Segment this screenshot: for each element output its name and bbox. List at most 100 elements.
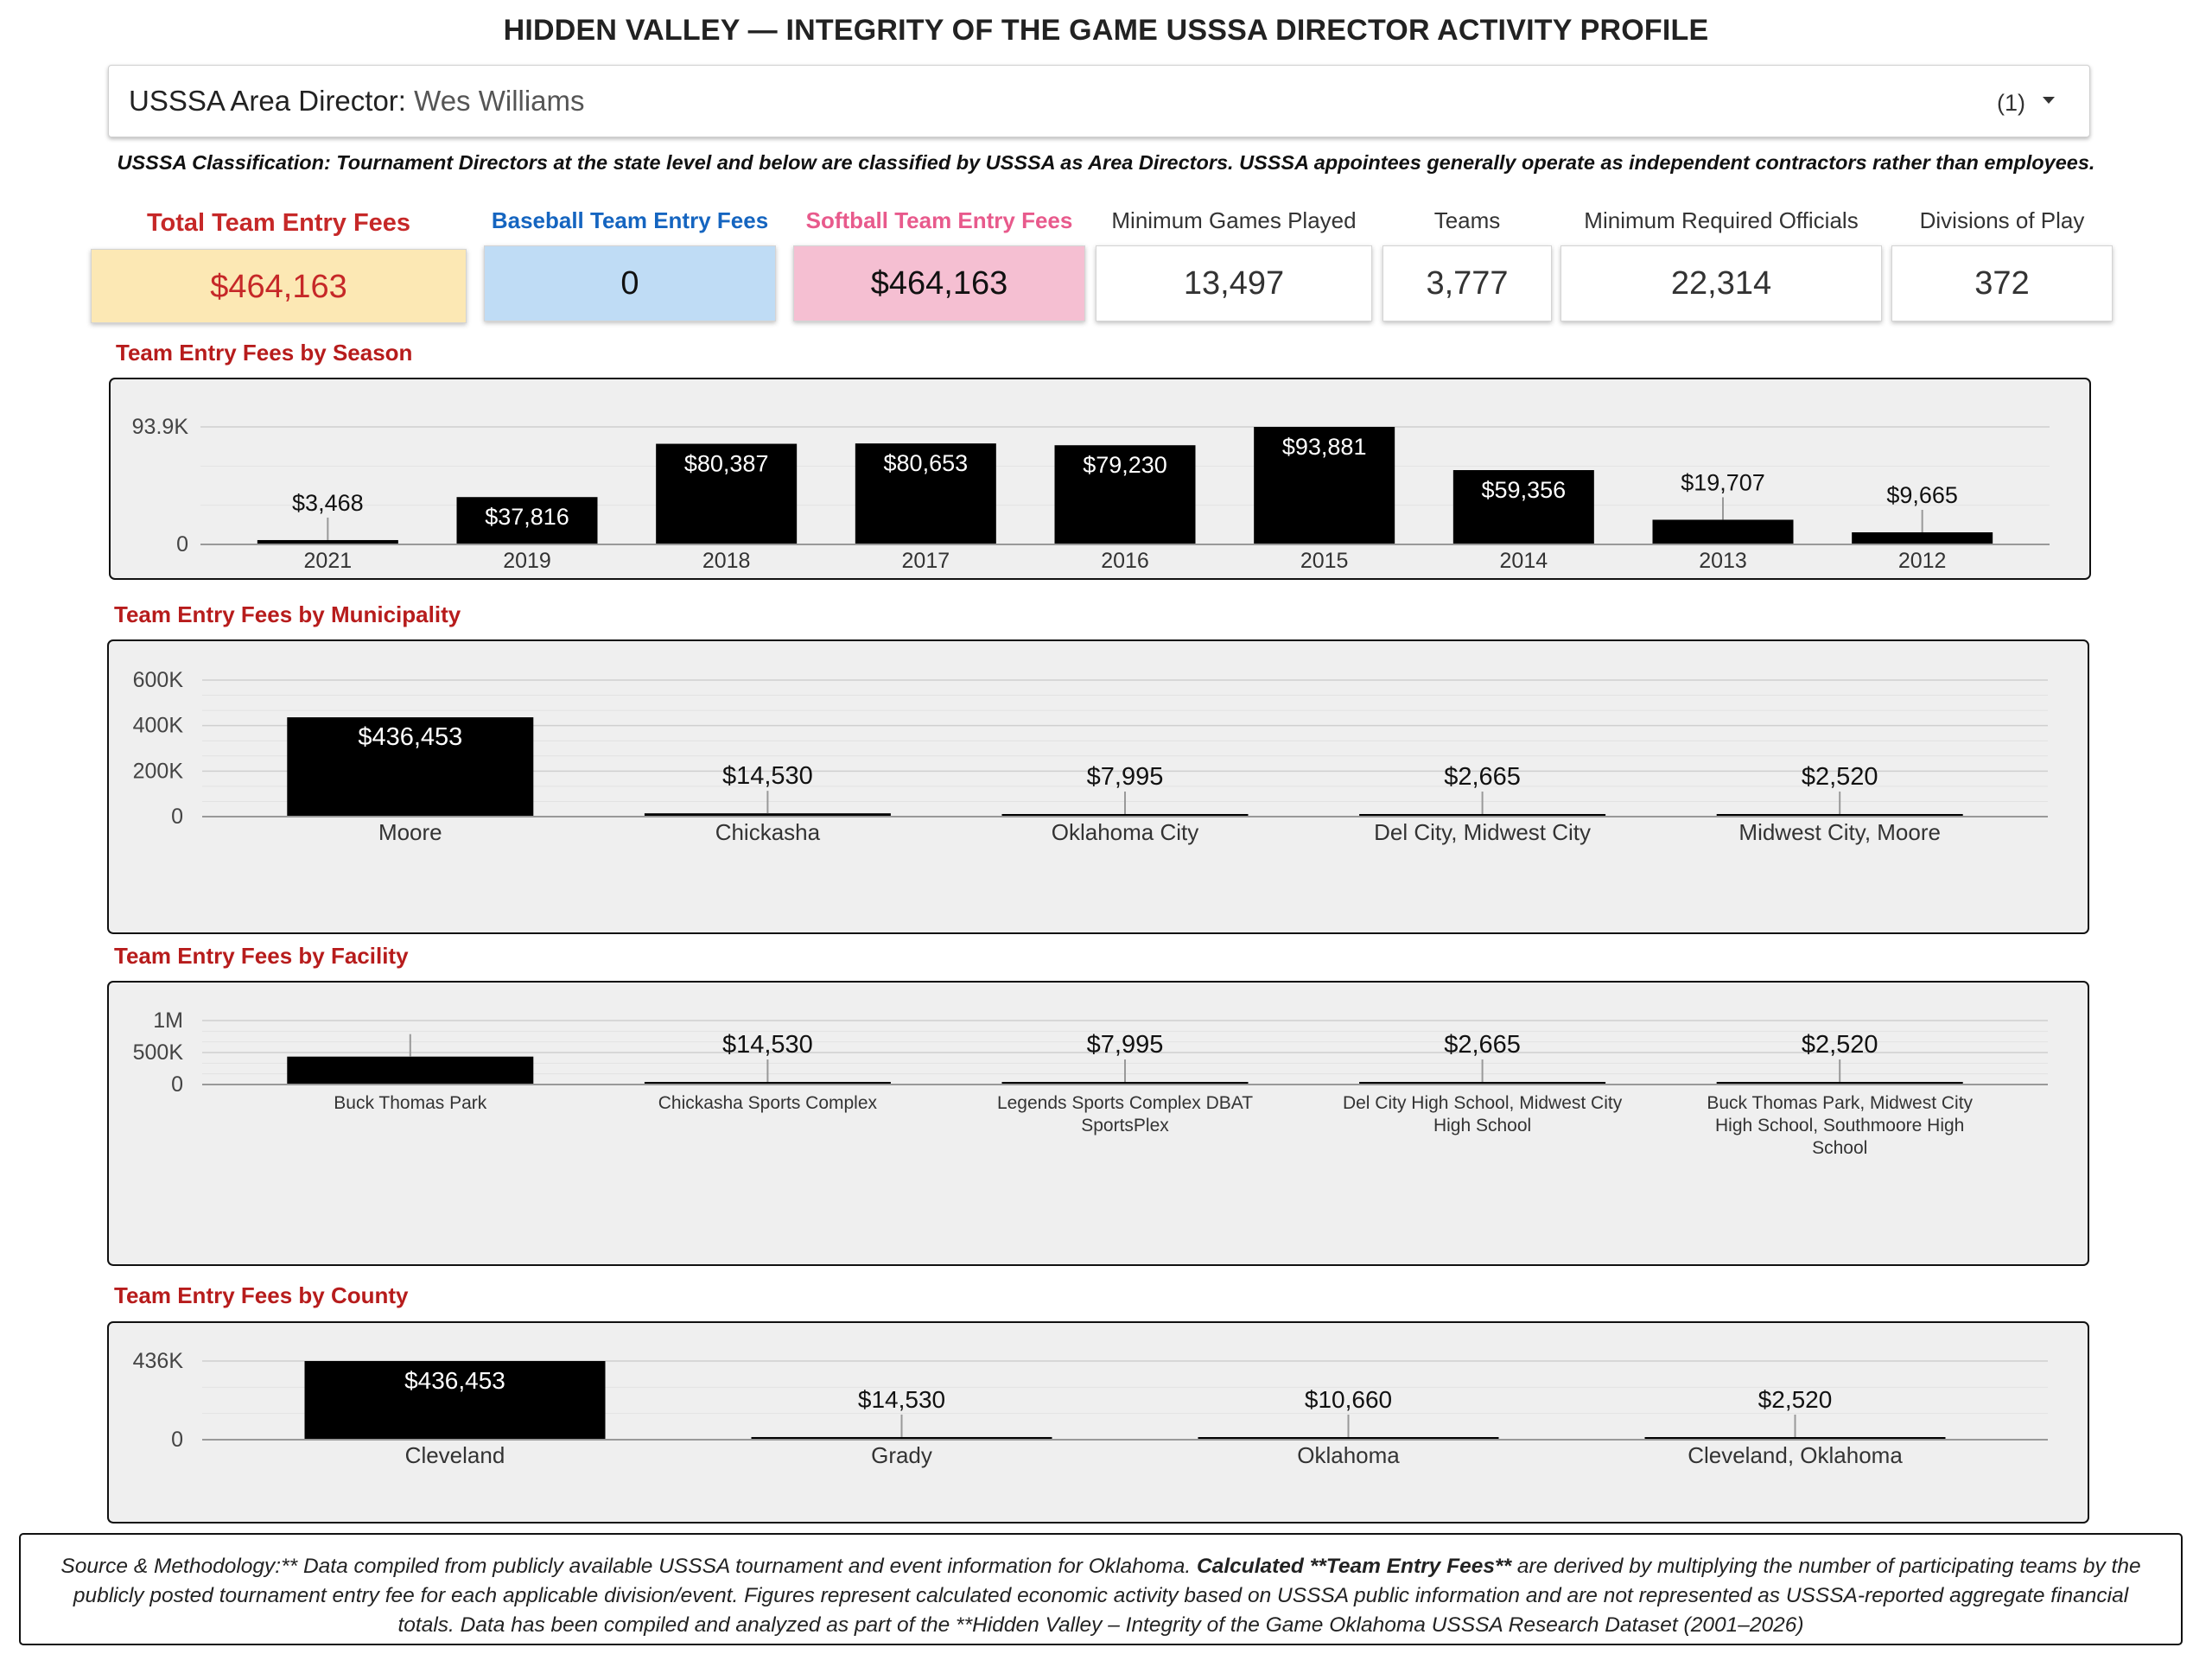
kpi-value-officials: 22,314: [1560, 245, 1882, 321]
chart-panel-municipality: 0 200K 400K 600K $436,453 Moore $14,530 Chickas…: [107, 639, 2089, 934]
data-label: $14,530: [858, 1386, 945, 1413]
kpi-label-officials: Minimum Required Officials: [1584, 207, 1859, 233]
kpi-value-games-played: 13,497: [1096, 245, 1372, 321]
kpi-value-baseball-fees: 0: [484, 245, 776, 321]
kpi-value-divisions: 372: [1891, 245, 2113, 321]
page-title: HIDDEN VALLEY — INTEGRITY OF THE GAME US…: [503, 14, 1709, 47]
data-label: $436,453: [404, 1367, 505, 1394]
category-label: High School: [1433, 1116, 1531, 1135]
kpi-label-softball-fees: Softball Team Entry Fees: [805, 207, 1073, 233]
data-label: $37,816: [485, 504, 569, 530]
category-label: 2014: [1500, 549, 1548, 573]
director-name: Wes Williams: [414, 85, 585, 117]
classification-note: USSSA Classification: Tournament Directo…: [117, 151, 2095, 174]
category-label: Buck Thomas Park: [334, 1093, 487, 1113]
footer-text-bold: Calculated **Team Entry Fees**: [1197, 1555, 1512, 1578]
data-label: $436,453: [358, 723, 462, 751]
data-label: $3,468: [292, 490, 364, 516]
data-label: $19,707: [1681, 469, 1765, 495]
y-tick-label: 436K: [133, 1349, 184, 1373]
kpi-value-softball-fees: $464,163: [793, 245, 1085, 321]
data-label: $80,387: [684, 451, 769, 477]
county-bar-chart: 0 436K $436,453 Cleveland $14,530 Grady $10,66…: [133, 1349, 2048, 1468]
category-label: 2013: [1699, 549, 1747, 573]
category-label: Oklahoma City: [1052, 819, 1199, 845]
director-select[interactable]: USSSA Area Director: Wes Williams (1): [108, 65, 2090, 137]
category-label: 2015: [1300, 549, 1349, 573]
category-label: High School, Southmoore High: [1715, 1116, 1964, 1135]
data-label: $9,665: [1886, 482, 1958, 508]
category-label: Chickasha: [715, 819, 821, 845]
y-tick-label: 200K: [133, 759, 184, 783]
y-tick-label: 500K: [133, 1040, 184, 1065]
y-tick-label: 400K: [133, 714, 184, 738]
category-label: School: [1812, 1138, 1867, 1158]
category-label: Cleveland, Oklahoma: [1688, 1442, 1903, 1468]
dropdown-caret-icon[interactable]: [2043, 97, 2055, 104]
category-label: 2017: [902, 549, 950, 573]
bar: [1652, 519, 1794, 544]
category-label: Cleveland: [405, 1442, 505, 1468]
data-label: $14,530: [722, 1031, 813, 1059]
chart-title-facility: Team Entry Fees by Facility: [114, 943, 409, 969]
category-label: 2018: [702, 549, 751, 573]
kpi-value-total-fees: $464,163: [91, 249, 467, 323]
category-label: Oklahoma: [1297, 1442, 1400, 1468]
category-label: Chickasha Sports Complex: [658, 1093, 878, 1113]
y-tick-label: 0: [176, 532, 188, 557]
municipality-bar-chart: 0 200K 400K 600K $436,453 Moore $14,530 Chickas…: [133, 668, 2048, 845]
director-select-label: USSSA Area Director: Wes Williams: [129, 85, 585, 118]
chart-title-season: Team Entry Fees by Season: [116, 340, 413, 366]
y-tick-label: 93.9K: [132, 415, 189, 439]
category-label: Del City High School, Midwest City: [1343, 1093, 1623, 1113]
y-tick-label: 600K: [133, 668, 184, 692]
data-label: $10,660: [1305, 1386, 1392, 1413]
category-label: Del City, Midwest City: [1374, 819, 1591, 845]
chart-title-municipality: Team Entry Fees by Municipality: [114, 601, 461, 627]
data-label: $93,881: [1282, 434, 1367, 460]
data-label: $79,230: [1083, 452, 1167, 478]
chart-panel-facility: 0 500K 1M Buck Thomas Park $14,530 Chickasha …: [107, 981, 2089, 1266]
category-label: 2012: [1898, 549, 1947, 573]
data-label: $7,995: [1087, 1031, 1164, 1059]
data-label: $2,665: [1444, 1031, 1521, 1059]
category-label: 2016: [1101, 549, 1149, 573]
chart-title-county: Team Entry Fees by County: [114, 1282, 409, 1308]
facility-bar-chart: 0 500K 1M Buck Thomas Park $14,530 Chickasha …: [133, 1008, 2048, 1158]
category-label: Grady: [871, 1442, 932, 1468]
bar: [287, 1056, 534, 1085]
y-tick-label: 0: [171, 1428, 183, 1452]
chart-panel-season: 0 93.9K $3,468 2021 $37,816 2019 $80,387 2018 $8…: [109, 378, 2091, 580]
selection-count: (1): [1997, 90, 2025, 116]
category-label: 2021: [304, 549, 353, 573]
data-label: $59,356: [1482, 477, 1567, 503]
bar: [1852, 531, 1993, 544]
data-label: $2,665: [1444, 763, 1521, 791]
y-tick-label: 0: [171, 1072, 183, 1097]
data-label: $2,520: [1802, 1031, 1878, 1059]
data-label: $14,530: [722, 762, 813, 790]
footer-text-part-1: Source & Methodology:** Data compiled fr…: [60, 1555, 1197, 1578]
source-methodology-note: Source & Methodology:** Data compiled fr…: [19, 1533, 2183, 1645]
kpi-label-games-played: Minimum Games Played: [1111, 207, 1357, 233]
category-label: 2019: [503, 549, 551, 573]
category-label: Midwest City, Moore: [1738, 819, 1941, 845]
category-label: SportsPlex: [1081, 1116, 1169, 1135]
season-bar-chart: 0 93.9K $3,468 2021 $37,816 2019 $80,387 2018 $8…: [132, 415, 2050, 573]
data-label: $80,653: [884, 450, 969, 476]
chart-panel-county: 0 436K $436,453 Cleveland $14,530 Grady $10,66…: [107, 1321, 2089, 1524]
kpi-label-total-fees: Total Team Entry Fees: [146, 209, 411, 237]
kpi-value-teams: 3,777: [1382, 245, 1552, 321]
director-label-text: USSSA Area Director:: [129, 85, 406, 117]
data-label: $7,995: [1087, 763, 1164, 791]
category-label: Legends Sports Complex DBAT: [997, 1093, 1253, 1113]
y-tick-label: 1M: [153, 1008, 183, 1033]
kpi-label-teams: Teams: [1433, 207, 1501, 233]
category-label: Buck Thomas Park, Midwest City: [1707, 1093, 1973, 1113]
data-label: $2,520: [1802, 763, 1878, 791]
data-label: $2,520: [1758, 1386, 1833, 1413]
y-tick-label: 0: [171, 805, 183, 829]
category-label: Moore: [378, 819, 442, 845]
kpi-label-divisions: Divisions of Play: [1919, 207, 2085, 233]
kpi-label-baseball-fees: Baseball Team Entry Fees: [491, 207, 769, 233]
